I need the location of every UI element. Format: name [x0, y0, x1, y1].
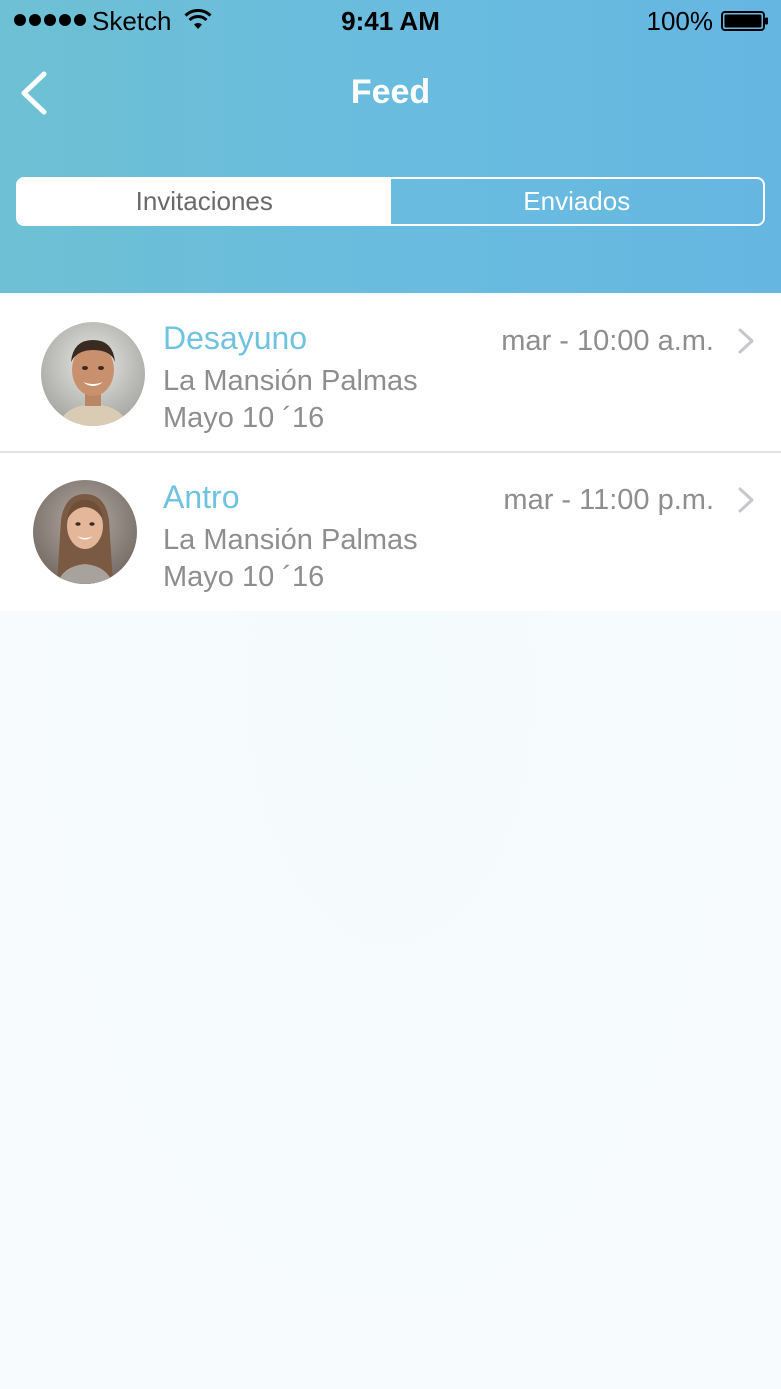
page-title: Feed [350, 73, 431, 111]
tab-invitaciones[interactable]: Invitaciones [18, 179, 391, 224]
avatar [41, 322, 145, 426]
event-time: mar - 10:00 a.m. [501, 325, 714, 357]
tab-enviados[interactable]: Enviados [391, 179, 764, 224]
event-date: Mayo 10 ´16 [163, 561, 325, 593]
event-place: La Mansión Palmas [163, 365, 418, 397]
event-time: mar - 11:00 p.m. [503, 484, 714, 516]
list-item[interactable]: Antro mar - 11:00 p.m. La Mansión Palmas… [0, 451, 781, 611]
segmented-control: Invitaciones Enviados [16, 177, 765, 226]
feed-list: Desayuno mar - 10:00 a.m. La Mansión Pal… [0, 293, 781, 611]
avatar [33, 480, 137, 584]
empty-background [0, 610, 781, 1389]
event-date: Mayo 10 ´16 [163, 402, 325, 434]
event-place: La Mansión Palmas [163, 524, 418, 556]
event-title: Desayuno [163, 320, 308, 356]
status-bar: Sketch 9:41 AM 100% [0, 0, 781, 42]
navigation-bar: Feed [0, 60, 781, 124]
list-item[interactable]: Desayuno mar - 10:00 a.m. La Mansión Pal… [0, 293, 781, 451]
chevron-right-icon [738, 487, 754, 513]
event-title: Antro [163, 479, 240, 515]
man-avatar-image [41, 322, 145, 426]
battery-percentage: 100% [646, 6, 714, 36]
header: Sketch 9:41 AM 100% Feed Invitaciones En… [0, 0, 781, 293]
battery-icon [721, 11, 768, 31]
girl-avatar-image [33, 480, 137, 584]
chevron-right-icon [738, 328, 754, 354]
